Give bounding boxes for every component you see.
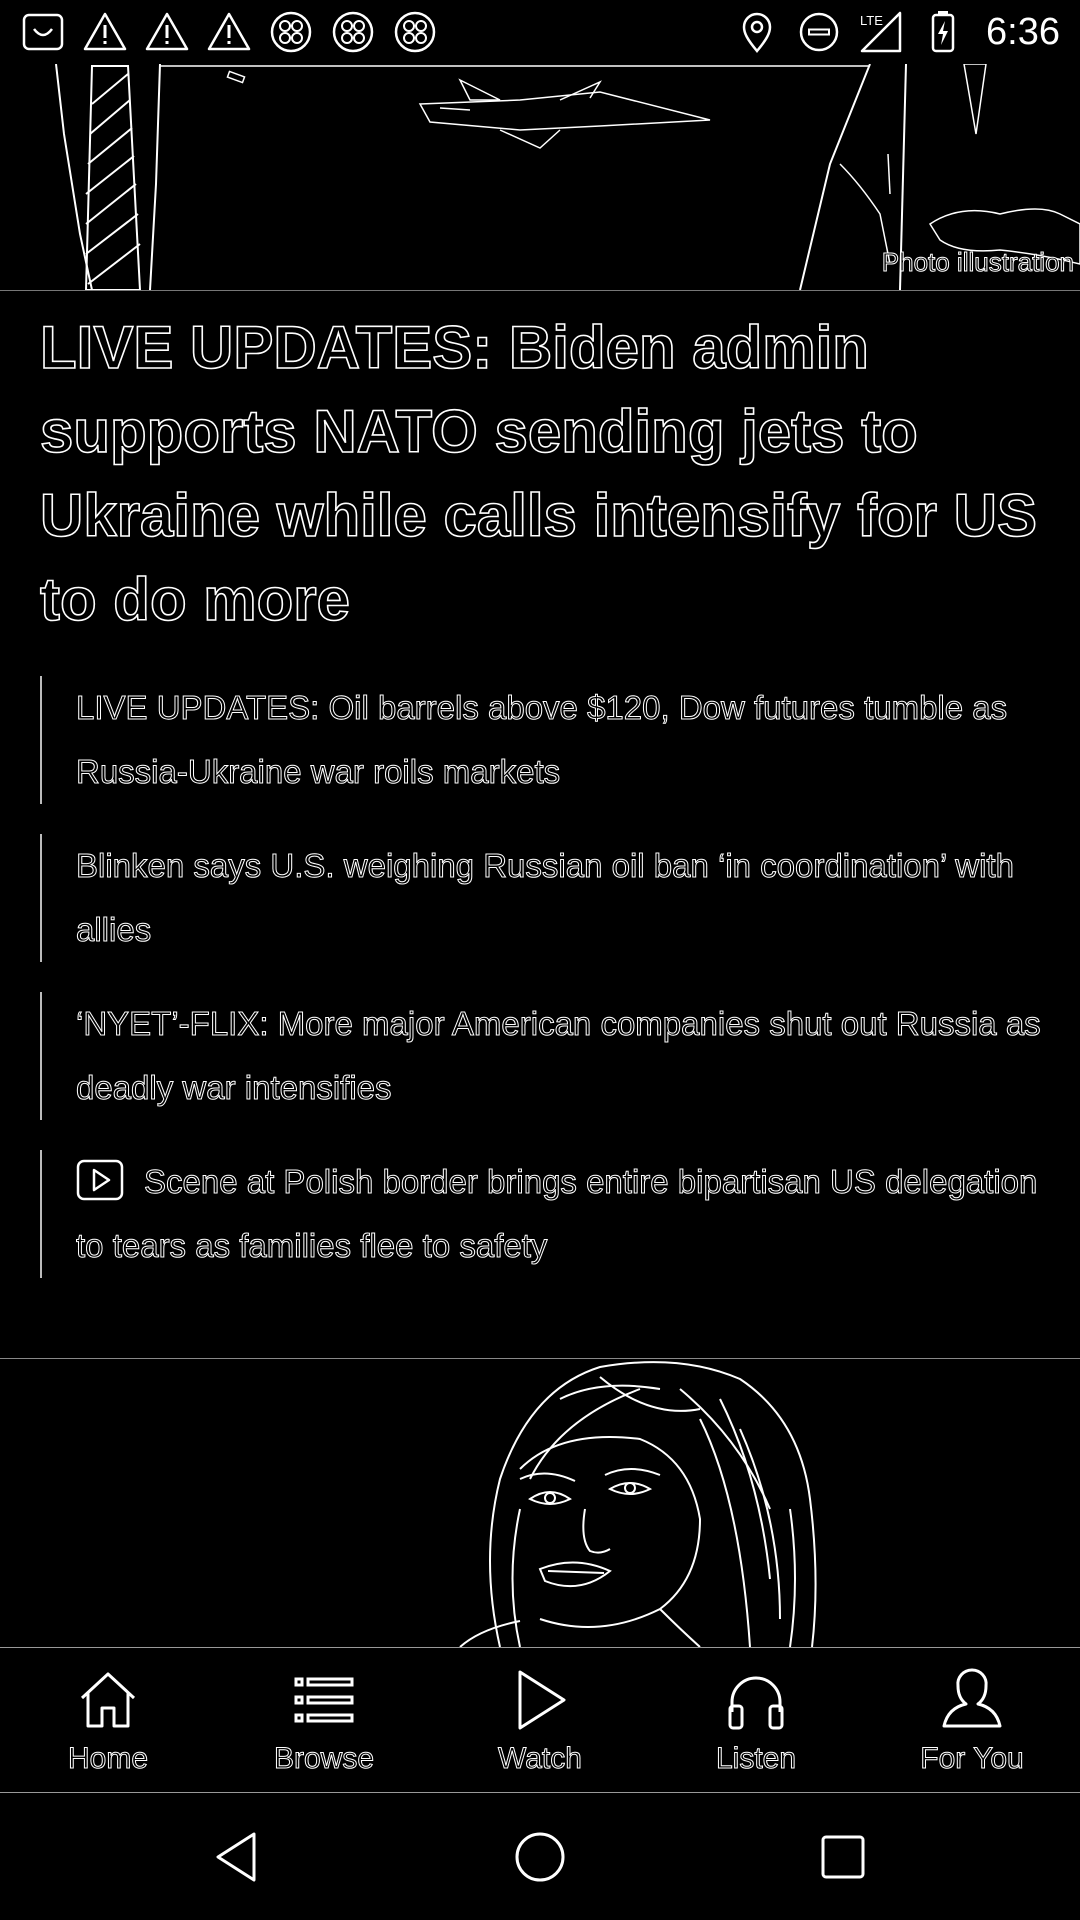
location-icon	[734, 9, 780, 55]
nav-for-you[interactable]: For You	[864, 1648, 1080, 1792]
nav-browse-label: Browse	[273, 1742, 375, 1776]
status-system-indicators: LTE 6:36	[734, 9, 1060, 55]
headphones-icon	[718, 1662, 794, 1738]
article-headline[interactable]: LIVE UPDATES: Biden admin supports NATO …	[39, 306, 1050, 642]
do-not-disturb-icon	[796, 9, 842, 55]
story-thumbnail[interactable]	[0, 1359, 1080, 1647]
network-label: LTE	[860, 13, 883, 28]
person-icon	[934, 1662, 1010, 1738]
nav-home-label: Home	[67, 1742, 149, 1776]
app-notification-icon	[330, 9, 376, 55]
lte-signal-icon: LTE	[858, 9, 904, 55]
related-story[interactable]: ‘NYET’-FLIX: More major American compani…	[40, 992, 1050, 1120]
bottom-navigation: Home Browse Watch Listen For You	[0, 1647, 1080, 1793]
system-navigation-bar	[0, 1794, 1080, 1920]
related-story-text: Blinken says U.S. weighing Russian oil b…	[76, 847, 1015, 949]
warning-icon	[144, 9, 190, 55]
hero-image[interactable]: Photo illustration	[0, 64, 1080, 291]
related-story-text: Scene at Polish border brings entire bip…	[75, 1163, 1038, 1265]
back-icon[interactable]	[204, 1824, 270, 1890]
status-time: 6:36	[986, 10, 1060, 53]
video-play-icon	[76, 1159, 124, 1201]
nav-listen[interactable]: Listen	[648, 1648, 864, 1792]
nav-home[interactable]: Home	[0, 1648, 216, 1792]
warning-icon	[206, 9, 252, 55]
nav-browse[interactable]: Browse	[216, 1648, 432, 1792]
related-story[interactable]: Blinken says U.S. weighing Russian oil b…	[40, 834, 1050, 962]
status-bar: LTE 6:36	[0, 0, 1080, 64]
related-stories: LIVE UPDATES: Oil barrels above $120, Do…	[40, 676, 1050, 1308]
nav-watch-label: Watch	[498, 1742, 583, 1776]
home-icon	[70, 1662, 146, 1738]
bag-notification-icon	[20, 9, 66, 55]
warning-icon	[82, 9, 128, 55]
nav-for-you-label: For You	[920, 1742, 1024, 1776]
recents-icon[interactable]	[810, 1824, 876, 1890]
battery-charging-icon	[920, 9, 966, 55]
nav-listen-label: Listen	[715, 1742, 797, 1776]
nav-watch[interactable]: Watch	[432, 1648, 648, 1792]
app-notification-icon	[268, 9, 314, 55]
related-story-video[interactable]: Scene at Polish border brings entire bip…	[40, 1150, 1050, 1278]
photo-credit: Photo illustration	[881, 247, 1074, 278]
app-notification-icon	[392, 9, 438, 55]
related-story-text: ‘NYET’-FLIX: More major American compani…	[76, 1005, 1042, 1107]
play-icon	[502, 1662, 578, 1738]
list-icon	[286, 1662, 362, 1738]
status-notifications	[20, 9, 438, 55]
related-story[interactable]: LIVE UPDATES: Oil barrels above $120, Do…	[40, 676, 1050, 804]
portrait-illustration	[459, 1361, 817, 1647]
home-circle-icon[interactable]	[507, 1824, 573, 1890]
related-story-text: LIVE UPDATES: Oil barrels above $120, Do…	[75, 689, 1008, 791]
